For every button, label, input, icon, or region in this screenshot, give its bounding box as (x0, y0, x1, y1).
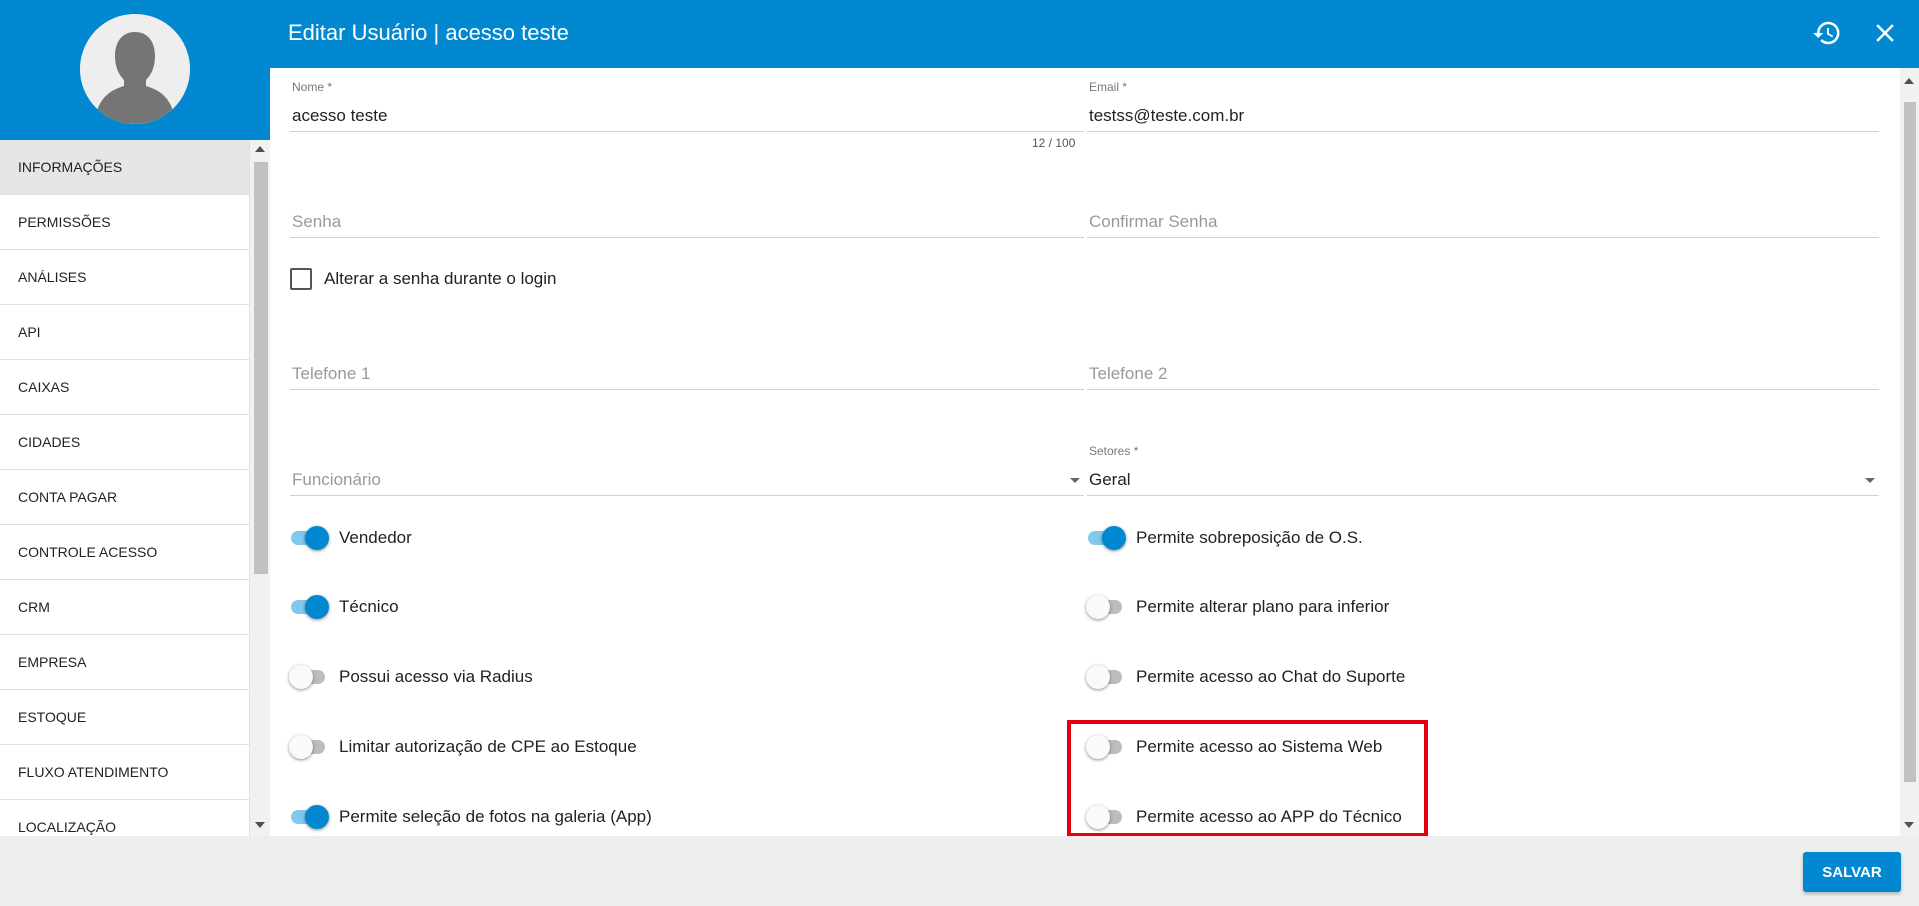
scrollbar-thumb[interactable] (1904, 102, 1916, 782)
alterar-senha-label: Alterar a senha durante o login (324, 269, 557, 288)
scroll-down-arrow-icon[interactable] (255, 822, 265, 828)
alterar-senha-checkbox-row[interactable]: Alterar a senha durante o login (290, 268, 557, 290)
sidebar-item-analises[interactable]: ANÁLISES (0, 250, 249, 305)
telefone2-placeholder: Telefone 2 (1089, 364, 1168, 383)
sidebar-item-cidades[interactable]: CIDADES (0, 415, 249, 470)
content-scrollbar[interactable] (1900, 68, 1919, 836)
sidebar-item-controle-acesso[interactable]: CONTROLE ACESSO (0, 525, 249, 580)
plano-inferior-toggle[interactable] (1086, 595, 1124, 619)
toggle-row-tecnico[interactable]: Técnico (289, 595, 399, 619)
sidebar: INFORMAÇÕES PERMISSÕES ANÁLISES API CAIX… (0, 0, 270, 836)
tecnico-label: Técnico (339, 597, 399, 616)
user-silhouette-icon (80, 14, 190, 124)
save-button[interactable]: SALVAR (1803, 852, 1901, 892)
toggle-row-vendedor[interactable]: Vendedor (289, 526, 412, 550)
vendedor-label: Vendedor (339, 528, 412, 547)
sidebar-scrollbar[interactable] (250, 140, 270, 836)
limitar-cpe-toggle[interactable] (289, 735, 327, 759)
dialog-header: Editar Usuário | acesso teste (270, 0, 1919, 68)
sidebar-item-empresa[interactable]: EMPRESA (0, 635, 249, 690)
radius-toggle[interactable] (289, 665, 327, 689)
email-label: Email * (1089, 80, 1128, 94)
page-title: Editar Usuário | acesso teste (288, 20, 569, 45)
chat-suporte-toggle[interactable] (1086, 665, 1124, 689)
tecnico-toggle[interactable] (289, 595, 329, 619)
senha-field[interactable]: Senha (290, 178, 1084, 238)
vendedor-toggle[interactable] (289, 526, 329, 550)
nome-char-counter: 12 / 100 (1032, 136, 1076, 150)
funcionario-dropdown-arrow-icon[interactable] (1070, 478, 1080, 483)
sidebar-item-localizacao[interactable]: LOCALIZAÇÃO (0, 800, 249, 836)
galeria-toggle[interactable] (289, 805, 329, 829)
nome-field[interactable]: Nome * acesso teste (290, 72, 1084, 132)
telefone1-field[interactable]: Telefone 1 (290, 330, 1084, 390)
alterar-senha-checkbox[interactable] (290, 268, 312, 290)
setores-dropdown-arrow-icon[interactable] (1865, 478, 1875, 483)
sidebar-header (0, 0, 270, 140)
radius-label: Possui acesso via Radius (339, 667, 533, 686)
email-value: testss@teste.com.br (1089, 106, 1245, 125)
sidebar-item-caixas[interactable]: CAIXAS (0, 360, 249, 415)
setores-select[interactable]: Setores * Geral (1087, 436, 1879, 496)
sidebar-menu: INFORMAÇÕES PERMISSÕES ANÁLISES API CAIX… (0, 140, 250, 836)
senha-placeholder: Senha (292, 212, 342, 231)
sobreposicao-label: Permite sobreposição de O.S. (1136, 528, 1363, 547)
setores-label: Setores * (1089, 444, 1139, 458)
sidebar-item-estoque[interactable]: ESTOQUE (0, 690, 249, 745)
sidebar-item-fluxo-atendimento[interactable]: FLUXO ATENDIMENTO (0, 745, 249, 800)
nome-label: Nome * (292, 80, 333, 94)
sidebar-item-api[interactable]: API (0, 305, 249, 360)
toggle-row-galeria[interactable]: Permite seleção de fotos na galeria (App… (289, 805, 652, 829)
email-field[interactable]: Email * testss@teste.com.br (1087, 72, 1879, 132)
toggle-row-chat-suporte[interactable]: Permite acesso ao Chat do Suporte (1086, 665, 1405, 689)
sidebar-item-conta-pagar[interactable]: CONTA PAGAR (0, 470, 249, 525)
highlight-annotation-box (1067, 720, 1428, 837)
nome-value: acesso teste (292, 106, 388, 125)
limitar-cpe-label: Limitar autorização de CPE ao Estoque (339, 737, 637, 756)
galeria-label: Permite seleção de fotos na galeria (App… (339, 807, 652, 826)
avatar (80, 14, 190, 124)
confirmar-senha-placeholder: Confirmar Senha (1089, 212, 1218, 231)
scroll-down-arrow-icon[interactable] (1904, 822, 1914, 828)
telefone1-placeholder: Telefone 1 (292, 364, 371, 383)
sobreposicao-toggle[interactable] (1086, 526, 1126, 550)
toggle-row-sobreposicao[interactable]: Permite sobreposição de O.S. (1086, 526, 1363, 550)
sidebar-item-crm[interactable]: CRM (0, 580, 249, 635)
dialog-footer: SALVAR (0, 836, 1919, 906)
sidebar-item-permissoes[interactable]: PERMISSÕES (0, 195, 249, 250)
chat-suporte-label: Permite acesso ao Chat do Suporte (1136, 667, 1406, 686)
sidebar-item-informacoes[interactable]: INFORMAÇÕES (0, 140, 249, 195)
toggle-row-limitar-cpe[interactable]: Limitar autorização de CPE ao Estoque (289, 735, 637, 759)
history-icon[interactable] (1812, 18, 1842, 48)
scrollbar-thumb[interactable] (254, 162, 268, 574)
funcionario-placeholder: Funcionário (292, 470, 381, 489)
plano-inferior-label: Permite alterar plano para inferior (1136, 597, 1390, 616)
setores-value: Geral (1089, 470, 1131, 489)
confirmar-senha-field[interactable]: Confirmar Senha (1087, 178, 1879, 238)
close-icon[interactable] (1870, 18, 1900, 48)
scroll-up-arrow-icon[interactable] (255, 146, 265, 152)
funcionario-select[interactable]: Funcionário (290, 436, 1084, 496)
telefone2-field[interactable]: Telefone 2 (1087, 330, 1879, 390)
toggle-row-radius[interactable]: Possui acesso via Radius (289, 665, 533, 689)
scroll-up-arrow-icon[interactable] (1904, 78, 1914, 84)
toggle-row-plano-inferior[interactable]: Permite alterar plano para inferior (1086, 595, 1389, 619)
